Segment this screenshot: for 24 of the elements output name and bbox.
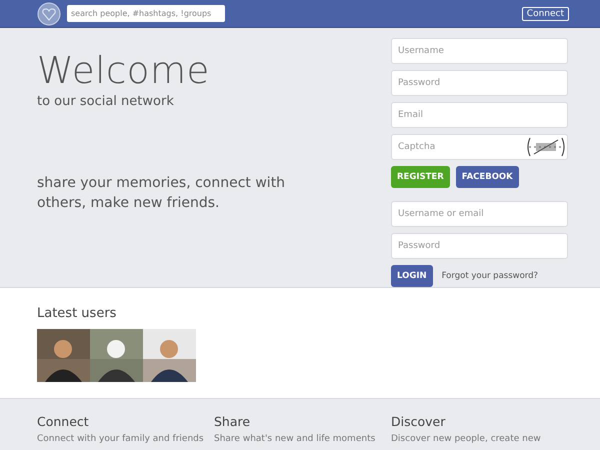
subtitle: to our social network bbox=[37, 94, 175, 109]
input-field[interactable]: Username bbox=[391, 38, 568, 64]
welcome-title: Welcome bbox=[37, 49, 211, 92]
footer-text: Discover new people, create new bbox=[391, 434, 542, 444]
section-title: Latest users bbox=[37, 305, 118, 321]
search-field[interactable]: search people, #hashtags, !groups bbox=[67, 5, 225, 22]
captcha-image bbox=[526, 136, 566, 158]
footer-heading: Share bbox=[214, 414, 252, 429]
input-field[interactable]: Password bbox=[391, 70, 568, 96]
footer-text: Connect with your family and friends bbox=[37, 434, 205, 444]
footer-heading: Connect bbox=[37, 414, 90, 429]
captcha-field[interactable]: Captcha bbox=[391, 134, 568, 160]
connect-button[interactable]: Connect bbox=[522, 6, 569, 20]
tagline: share your memories, connect with others, make new friends. bbox=[37, 174, 286, 213]
register-button[interactable]: REGISTER bbox=[391, 166, 450, 188]
footer-text: Share what's new and life moments bbox=[214, 434, 376, 444]
login-button[interactable]: LOGIN bbox=[391, 265, 433, 287]
logo-icon[interactable] bbox=[37, 2, 61, 26]
input-field[interactable]: Password bbox=[391, 233, 568, 259]
forgot-password-link[interactable]: Forgot your password? bbox=[442, 271, 538, 281]
input-field[interactable]: Email bbox=[391, 102, 568, 128]
footer-heading: Discover bbox=[391, 414, 446, 429]
facebook-button[interactable]: FACEBOOK bbox=[456, 166, 519, 188]
input-field[interactable]: Username or email bbox=[391, 201, 568, 227]
